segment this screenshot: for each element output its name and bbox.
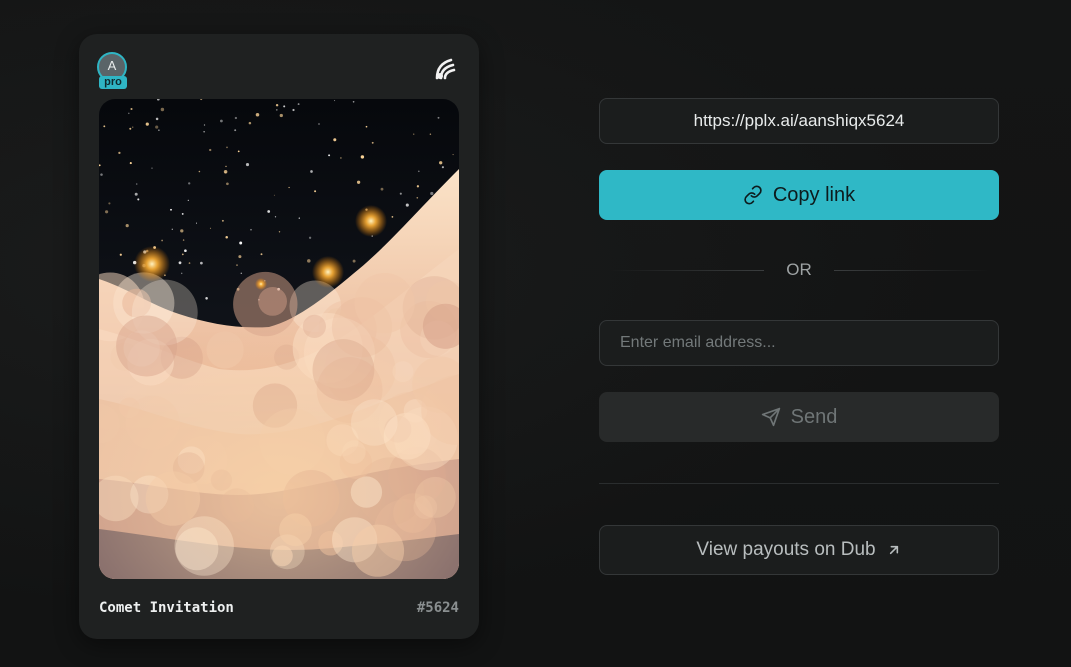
or-separator: OR: [599, 258, 999, 282]
send-label: Send: [790, 405, 838, 428]
comet-brand-icon: [435, 58, 456, 80]
paper-plane-icon: [761, 407, 780, 427]
link-icon: [744, 185, 762, 205]
view-payouts-button[interactable]: View payouts on Dub: [599, 525, 999, 575]
card-number: #5624: [416, 600, 459, 616]
invite-url-field[interactable]: https://pplx.ai/aanshiqx5624: [599, 98, 999, 144]
invitation-artwork: [99, 99, 459, 579]
card-title: Comet Invitation: [99, 600, 234, 616]
section-divider: [599, 483, 999, 484]
copy-link-button[interactable]: Copy link: [599, 170, 999, 220]
card-footer: Comet Invitation #5624: [99, 600, 459, 616]
email-input[interactable]: [599, 320, 999, 366]
pro-badge: pro: [99, 76, 127, 89]
or-label: OR: [786, 260, 812, 279]
send-button[interactable]: Send: [599, 392, 999, 442]
arrow-up-right-icon: [889, 545, 898, 555]
copy-link-label: Copy link: [772, 183, 856, 206]
view-payouts-label: View payouts on Dub: [696, 539, 876, 560]
invitation-card: A pro Comet Invitation #5624: [79, 34, 479, 639]
